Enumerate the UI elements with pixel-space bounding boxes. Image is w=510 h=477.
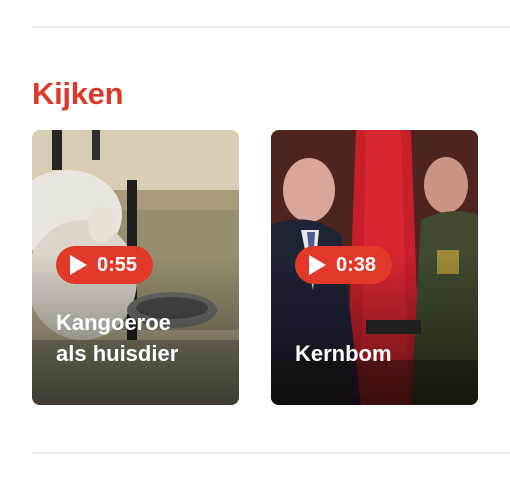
video-card-kernbom[interactable]: 0:38 Kernbom bbox=[271, 130, 478, 405]
video-title-line: als huisdier bbox=[56, 341, 179, 366]
duration-badge[interactable]: 0:38 bbox=[295, 246, 393, 284]
video-title-line: Kernbom bbox=[295, 341, 392, 366]
duration-label: 0:38 bbox=[336, 253, 377, 276]
section-title[interactable]: Kijken bbox=[32, 76, 124, 112]
video-title[interactable]: Kangoeroe als huisdier bbox=[56, 307, 227, 369]
video-title[interactable]: Kernbom bbox=[295, 338, 466, 369]
video-card-kangoeroe[interactable]: 0:55 Kangoeroe als huisdier bbox=[32, 130, 239, 405]
video-title-line: Kangoeroe bbox=[56, 310, 171, 335]
duration-badge[interactable]: 0:55 bbox=[56, 246, 154, 284]
play-icon bbox=[309, 255, 326, 275]
top-divider bbox=[32, 26, 510, 28]
bottom-divider bbox=[32, 452, 510, 454]
play-icon bbox=[70, 255, 87, 275]
duration-label: 0:55 bbox=[97, 253, 138, 276]
